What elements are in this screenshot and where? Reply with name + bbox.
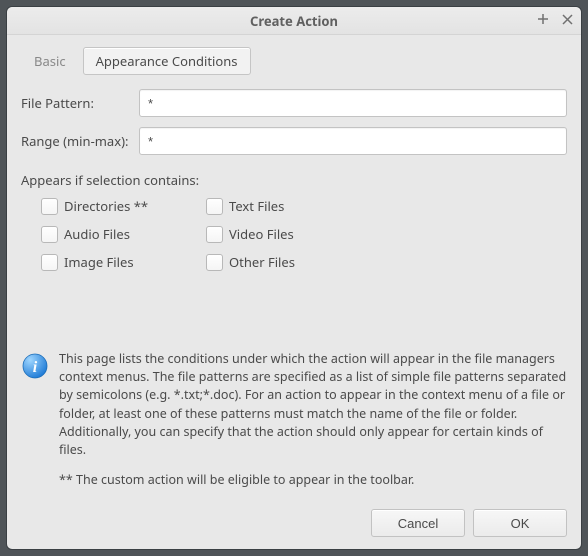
button-bar: Cancel OK xyxy=(7,499,581,549)
file-pattern-label: File Pattern: xyxy=(21,94,139,112)
window-title: Create Action xyxy=(250,12,338,30)
checkbox-label: Other Files xyxy=(229,253,295,271)
info-footnote: ** The custom action will be eligible to… xyxy=(59,471,567,489)
ok-button[interactable]: OK xyxy=(473,509,567,537)
tab-bar: Basic Appearance Conditions xyxy=(21,47,567,75)
checkbox-label: Image Files xyxy=(64,253,134,271)
tab-basic[interactable]: Basic xyxy=(21,47,79,75)
file-pattern-row: File Pattern: xyxy=(21,89,567,117)
tab-appearance-conditions[interactable]: Appearance Conditions xyxy=(83,47,251,75)
check-video-files: Video Files xyxy=(206,225,371,243)
checkbox-label: Directories ** xyxy=(64,197,148,215)
close-icon[interactable] xyxy=(559,11,575,27)
dialog-content: Basic Appearance Conditions File Pattern… xyxy=(7,35,581,499)
dialog-window: Create Action Basic Appearance Condition… xyxy=(6,6,582,550)
range-row: Range (min-max): xyxy=(21,127,567,155)
range-input[interactable] xyxy=(139,127,567,155)
check-image-files: Image Files xyxy=(41,253,206,271)
appears-grid: Directories ** Text Files Audio Files Vi… xyxy=(41,197,567,271)
info-text-block: This page lists the conditions under whi… xyxy=(59,350,567,489)
checkbox-video-files[interactable] xyxy=(206,226,223,243)
check-directories: Directories ** xyxy=(41,197,206,215)
file-pattern-input[interactable] xyxy=(139,89,567,117)
check-other-files: Other Files xyxy=(206,253,371,271)
checkbox-label: Video Files xyxy=(229,225,294,243)
info-row: i This page lists the conditions under w… xyxy=(21,340,567,489)
checkbox-label: Text Files xyxy=(229,197,284,215)
info-icon: i xyxy=(21,352,49,380)
info-paragraph: This page lists the conditions under whi… xyxy=(59,350,567,459)
checkbox-label: Audio Files xyxy=(64,225,130,243)
checkbox-audio-files[interactable] xyxy=(41,226,58,243)
range-label: Range (min-max): xyxy=(21,132,139,150)
checkbox-other-files[interactable] xyxy=(206,254,223,271)
check-audio-files: Audio Files xyxy=(41,225,206,243)
svg-text:i: i xyxy=(33,359,38,376)
title-controls xyxy=(535,11,575,27)
titlebar: Create Action xyxy=(7,7,581,35)
checkbox-image-files[interactable] xyxy=(41,254,58,271)
checkbox-text-files[interactable] xyxy=(206,198,223,215)
maximize-icon[interactable] xyxy=(535,11,551,27)
checkbox-directories[interactable] xyxy=(41,198,58,215)
appears-section-label: Appears if selection contains: xyxy=(21,171,567,189)
cancel-button[interactable]: Cancel xyxy=(371,509,465,537)
check-text-files: Text Files xyxy=(206,197,371,215)
